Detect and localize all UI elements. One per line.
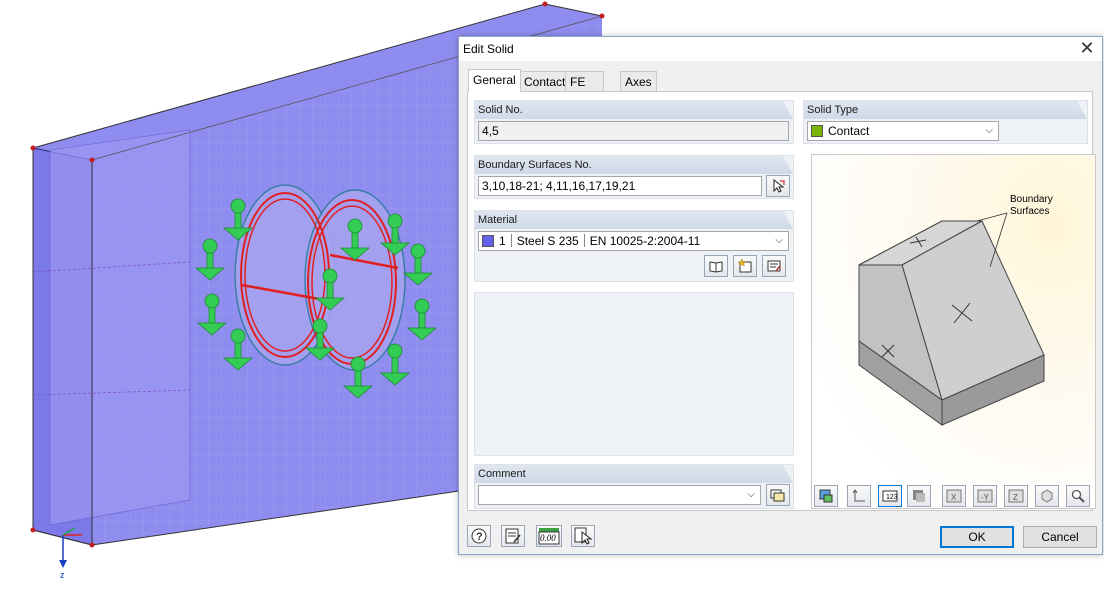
comment-label: Comment (475, 465, 793, 483)
view-x-button[interactable]: X (942, 485, 966, 507)
preview-annotation: Boundary Surfaces (1010, 194, 1053, 218)
view-z-button[interactable]: Z (1004, 485, 1028, 507)
isometric-icon (1041, 489, 1053, 503)
svg-text:Z: Z (1013, 493, 1018, 502)
select-cursor-icon (574, 527, 593, 545)
material-number: 1 (499, 234, 506, 248)
general-tab-panel: Solid No. 4,5 Solid Type Contact ⌵ Bound… (467, 91, 1096, 511)
view-x-icon: X (946, 489, 962, 503)
node[interactable] (89, 157, 95, 163)
solid-type-group: Solid Type Contact ⌵ (803, 100, 1088, 144)
material-label: Material (475, 211, 793, 229)
material-select[interactable]: 1 Steel S 235 EN 10025-2:2004-11 ⌵ (478, 231, 789, 251)
annotation-line2: Surfaces (1010, 206, 1050, 217)
node[interactable] (30, 527, 36, 533)
new-material-button[interactable] (733, 255, 757, 277)
ok-button[interactable]: OK (940, 526, 1014, 548)
solid-no-group: Solid No. 4,5 (474, 100, 794, 144)
solid-no-label: Solid No. (475, 101, 793, 119)
svg-text:X: X (951, 493, 957, 502)
render-icon (819, 489, 833, 503)
view-axes-button[interactable] (847, 485, 871, 507)
tab-axes[interactable]: Axes (620, 71, 657, 91)
close-icon: ✕ (1079, 38, 1095, 58)
cancel-button[interactable]: Cancel (1023, 526, 1097, 548)
dialog-title: Edit Solid (463, 42, 514, 56)
close-button[interactable]: ✕ (1072, 37, 1102, 61)
preview-toolbar: 123 X -Y Z (811, 485, 1096, 509)
boundary-surfaces-group: Boundary Surfaces No. 3,10,18-21; 4,11,1… (474, 155, 794, 199)
options-panel (474, 292, 794, 456)
edit-material-button[interactable] (762, 255, 786, 277)
boundary-surfaces-label: Boundary Surfaces No. (475, 156, 793, 174)
material-group: Material 1 Steel S 235 EN 10025-2:2004-11 … (474, 210, 794, 282)
view-render-button[interactable] (814, 485, 838, 507)
axes-icon (852, 489, 865, 502)
tab-fe-mesh[interactable]: FE Mesh (565, 71, 605, 103)
edit-sheet-icon (505, 528, 521, 544)
svg-text:?: ? (476, 531, 483, 543)
view-y-button[interactable]: -Y (973, 485, 997, 507)
view-solid-button[interactable] (907, 485, 931, 507)
view-iso-button[interactable] (1035, 485, 1059, 507)
view-z-icon: Z (1008, 489, 1024, 503)
solid-inner-panel (49, 129, 191, 526)
numbering-icon: 123 (882, 490, 898, 502)
help-button[interactable]: ? (467, 525, 491, 547)
node[interactable] (542, 1, 548, 7)
edit-solid-dialog: Edit Solid ✕ General Contact FE Mesh Axe… (458, 36, 1103, 555)
material-swatch (482, 235, 494, 247)
svg-text:-Y: -Y (981, 493, 990, 502)
material-name: Steel S 235 (516, 234, 579, 248)
pick-surfaces-button[interactable] (766, 175, 790, 197)
help-icon: ? (471, 528, 487, 544)
chevron-down-icon: ⌵ (775, 235, 783, 246)
edit-data-button[interactable] (501, 525, 525, 547)
magnifier-icon (1071, 489, 1085, 503)
node[interactable] (599, 13, 605, 19)
chevron-down-icon: ⌵ (747, 489, 755, 500)
view-y-icon: -Y (977, 489, 993, 503)
units-value: 0.00 (540, 533, 556, 543)
solid-type-select[interactable]: Contact ⌵ (807, 121, 999, 141)
solid-type-value: Contact (828, 124, 870, 138)
comment-input[interactable]: ⌵ (478, 485, 761, 505)
tab-general[interactable]: General (468, 69, 521, 92)
solid-no-field[interactable]: 4,5 (478, 121, 789, 141)
comment-group: Comment ⌵ (474, 464, 794, 509)
view-numbering-button[interactable]: 123 (878, 485, 902, 507)
axis-z-label: z (60, 570, 65, 580)
node[interactable] (30, 145, 36, 151)
new-item-icon (737, 258, 752, 273)
pick-cursor-icon (773, 178, 785, 193)
select-from-model-button[interactable] (571, 525, 595, 547)
comment-list-icon (770, 489, 785, 502)
material-library-button[interactable] (704, 255, 728, 277)
title-bar[interactable]: Edit Solid ✕ (459, 37, 1102, 61)
material-standard: EN 10025-2:2004-11 (589, 234, 701, 248)
node[interactable] (89, 542, 95, 548)
annotation-line1: Boundary (1010, 194, 1053, 205)
solid-view-icon (913, 490, 925, 502)
boundary-surfaces-input[interactable]: 3,10,18-21; 4,11,16,17,19,21 (478, 176, 762, 196)
solid-preview: Boundary Surfaces (811, 154, 1096, 509)
chevron-down-icon: ⌵ (985, 125, 993, 136)
units-button[interactable]: 0.00 (536, 525, 562, 547)
tab-contact[interactable]: Contact (519, 71, 571, 91)
book-icon (709, 261, 723, 273)
comment-library-button[interactable] (766, 484, 790, 506)
svg-text:123: 123 (886, 494, 898, 501)
edit-icon (767, 260, 781, 272)
contact-swatch (811, 125, 823, 137)
solid-type-label: Solid Type (804, 101, 1087, 119)
zoom-button[interactable] (1066, 485, 1090, 507)
